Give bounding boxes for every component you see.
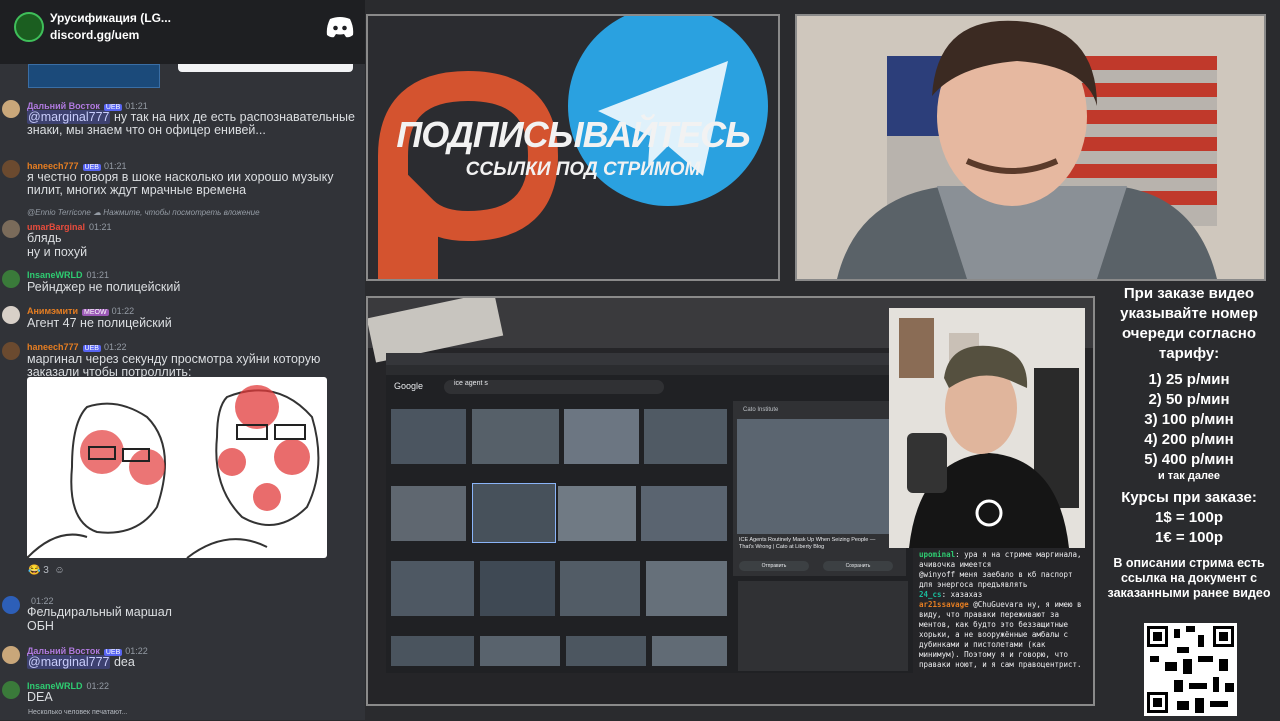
image-result[interactable] <box>480 636 560 666</box>
image-result[interactable] <box>480 561 555 616</box>
avatar[interactable] <box>2 220 20 238</box>
message-header: Анимэмити MEOW 01:22 <box>27 306 135 316</box>
google-logo: Google <box>394 381 424 391</box>
chat-line: @winyoff меня заебало в кб паспорт для э… <box>919 570 1073 589</box>
avatar[interactable] <box>2 270 20 288</box>
image-result[interactable] <box>391 561 474 616</box>
message-text: ОБН <box>27 619 54 633</box>
avatar[interactable] <box>2 342 20 360</box>
courses-title: Курсы при заказе: <box>1121 489 1257 506</box>
message-text: @marginal777 ну так на них де есть распо… <box>27 110 355 137</box>
message-text: Рейнджер не полицейский <box>27 280 181 294</box>
message-text: Агент 47 не полицейский <box>27 316 172 330</box>
image-result[interactable] <box>646 561 727 616</box>
qr-code <box>1144 623 1237 716</box>
tab-strip[interactable] <box>386 353 913 365</box>
server-icon <box>14 12 44 42</box>
panel-caption: ICE Agents Routinely Mask Up When Seizin… <box>739 537 876 550</box>
message-header: haneech777 UEB 01:22 <box>27 342 127 352</box>
guest-webcam <box>889 308 1085 548</box>
image-result[interactable] <box>652 636 727 666</box>
discord-logo-icon <box>326 17 354 38</box>
panel-source: Cato Institute <box>743 407 779 413</box>
image-result[interactable] <box>391 636 474 666</box>
price-item: 1) 25 р/мин <box>1148 371 1230 388</box>
stream-chat-overlay: upominal: ура я на стриме маргинала, ачи… <box>919 550 1089 700</box>
message-text: Фельдиральный маршал <box>27 605 172 619</box>
image-result[interactable] <box>558 486 636 541</box>
message-text: я честно говоря в шоке насколько ии хоро… <box>27 170 334 197</box>
image-result[interactable] <box>641 486 727 541</box>
description-note: В описании стрима есть ссылка на докумен… <box>1107 556 1271 600</box>
course-rate: 1$ = 100р <box>1155 509 1223 526</box>
image-result[interactable] <box>564 409 639 464</box>
order-info: При заказе видео указывайте номер очеред… <box>1098 284 1280 601</box>
image-preview-panel[interactable]: Cato Institute ICE Agents Routinely Mask… <box>733 401 906 576</box>
search-input[interactable]: ice agent s <box>444 380 664 394</box>
promo-subtitle: ССЫЛКИ ПОД СТРИМОМ <box>465 159 701 180</box>
message-header: InsaneWRLD 01:21 <box>27 270 110 280</box>
avatar[interactable] <box>2 306 20 324</box>
course-rate: 1€ = 100р <box>1155 529 1223 546</box>
streamer-webcam <box>795 14 1266 281</box>
image-result[interactable] <box>566 636 646 666</box>
message-text: ну и похуй <box>27 245 88 259</box>
etc-note: и так далее <box>1157 470 1221 482</box>
message-text: маргинал через секунду просмотра хуйни к… <box>27 352 321 379</box>
server-header[interactable]: Урусификация (LG... discord.gg/uem <box>0 0 365 64</box>
related-images[interactable] <box>738 581 908 671</box>
avatar[interactable] <box>2 160 20 178</box>
address-bar[interactable] <box>386 365 913 375</box>
embed-card <box>178 64 353 72</box>
avatar[interactable] <box>2 681 20 699</box>
reaction[interactable]: 😂 3 ☺ <box>28 565 65 576</box>
chat-line: ar21ssavage @ChuGuevara ну, я имею в вид… <box>919 600 1082 669</box>
image-result[interactable] <box>644 409 727 464</box>
save-button[interactable]: Сохранить <box>823 561 893 571</box>
image-result[interactable] <box>391 486 466 541</box>
embed-thumbnail[interactable] <box>28 64 160 88</box>
order-intro: При заказе видео указывайте номер очеред… <box>1120 285 1258 362</box>
preview-image[interactable] <box>737 419 897 534</box>
message-text: DEA <box>27 690 53 704</box>
price-item: 5) 400 р/мин <box>1144 451 1234 468</box>
message-text: блядь <box>27 231 62 245</box>
price-item: 4) 200 р/мин <box>1144 431 1234 448</box>
image-result[interactable] <box>560 561 640 616</box>
meme-image[interactable] <box>26 377 327 559</box>
avatar[interactable] <box>2 596 20 614</box>
price-item: 2) 50 р/мин <box>1148 391 1230 408</box>
send-button[interactable]: Отправить <box>739 561 809 571</box>
image-result[interactable] <box>472 483 556 543</box>
avatar[interactable] <box>2 646 20 664</box>
price-item: 3) 100 р/мин <box>1144 411 1234 428</box>
browser-window[interactable]: Google ice agent s Cato Institute ICE Ag… <box>386 353 913 673</box>
chat-line: upominal: ура я на стриме маргинала, ачи… <box>919 550 1082 569</box>
promo-banner: ПОДПИСЫВАЙТЕСЬ ССЫЛКИ ПОД СТРИМОМ <box>366 14 780 281</box>
avatar[interactable] <box>2 100 20 118</box>
promo-title: ПОДПИСЫВАЙТЕСЬ <box>396 114 750 155</box>
message-text: @marginal777 dea <box>27 655 135 669</box>
typing-indicator: Несколько человек печатают... <box>28 709 128 716</box>
image-result[interactable] <box>391 409 466 464</box>
chat-line: 24_cs: хазахаз <box>919 590 983 599</box>
invite-link[interactable]: discord.gg/uem <box>50 28 139 42</box>
image-result[interactable] <box>472 409 559 464</box>
server-name: Урусификация (LG... <box>50 11 171 25</box>
reply-preview[interactable]: @Ennio Terricone ☁ Нажмите, чтобы посмот… <box>27 208 260 217</box>
discord-chat-panel: Урусификация (LG... discord.gg/uem Дальн… <box>0 0 365 720</box>
